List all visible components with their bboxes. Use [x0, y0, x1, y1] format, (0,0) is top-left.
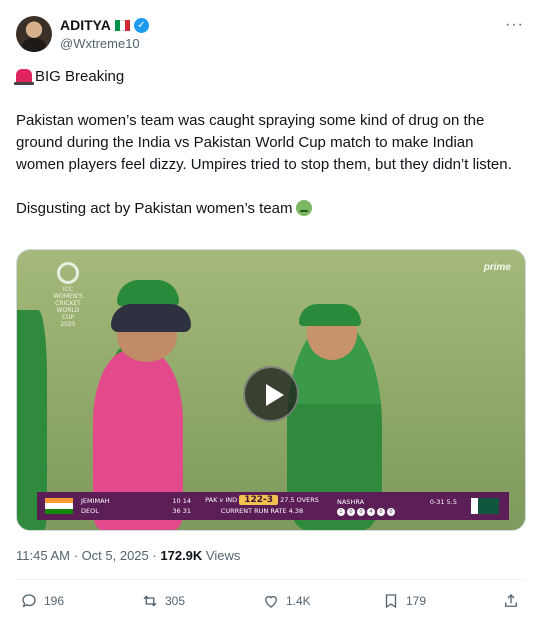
- reply-icon: [22, 594, 36, 608]
- tweet-meta: 11:45 AM · Oct 5, 2025 · 172.9K Views: [16, 548, 241, 563]
- repost-button[interactable]: 305: [141, 592, 185, 610]
- india-flag-icon: [45, 498, 73, 514]
- bowler: NASHRA 0-31 5.5 100400: [337, 497, 457, 516]
- tweet-text: BIG Breaking Pakistan women’s team was c…: [14, 66, 516, 220]
- tweet-video[interactable]: ICC WOMEN'S CRICKET WORLD CUP 2025 prime…: [16, 249, 526, 531]
- nauseated-face-emoji-icon: [295, 200, 312, 216]
- pakistan-flag-icon: [471, 498, 499, 514]
- siren-emoji-icon: [14, 69, 34, 85]
- batter-row: JEMIMAH 10 14: [81, 497, 191, 505]
- player-cap: [117, 280, 179, 306]
- batters: JEMIMAH 10 14 DEOL 36 31: [81, 496, 191, 516]
- tweet-paragraph-1: BIG Breaking: [14, 66, 516, 88]
- views-label: Views: [205, 548, 241, 563]
- tweet-header: ADITYA ✓ @Wxtreme10 ···: [16, 16, 526, 56]
- tweet-paragraph-2: Pakistan women’s team was caught sprayin…: [16, 112, 512, 173]
- tweet-actions: 196 305 1.4K 179: [20, 592, 525, 612]
- share-icon: [505, 594, 517, 607]
- author-handle[interactable]: @Wxtreme10: [60, 36, 140, 51]
- match-score: PAK v IND 122-3 27.5 OVERS CURRENT RUN R…: [205, 495, 319, 515]
- views-count: 172.9K: [160, 548, 203, 563]
- world-cup-logo: ICC WOMEN'S CRICKET WORLD CUP 2025: [51, 262, 85, 328]
- batter-row: DEOL 36 31: [81, 507, 191, 515]
- avatar[interactable]: [16, 16, 52, 52]
- bookmark-icon: [385, 594, 397, 609]
- like-button[interactable]: 1.4K: [262, 592, 311, 610]
- divider: [16, 579, 526, 580]
- repost-icon: [143, 595, 157, 607]
- verified-badge-icon: ✓: [133, 17, 149, 33]
- heart-icon: [265, 595, 277, 608]
- share-button[interactable]: [502, 592, 520, 610]
- balls-this-over: 100400: [337, 507, 457, 516]
- italy-flag-icon: [114, 19, 130, 31]
- tweet-date[interactable]: Oct 5, 2025: [82, 548, 149, 563]
- scoreboard: JEMIMAH 10 14 DEOL 36 31 PAK v IND 122-3 2…: [37, 492, 509, 520]
- score-badge: 122-3: [239, 495, 279, 505]
- bookmark-button[interactable]: 179: [382, 592, 426, 610]
- tweet-paragraph-3: Disgusting act by Pakistan women’s team: [16, 198, 516, 220]
- author-name-row[interactable]: ADITYA ✓: [60, 17, 149, 33]
- more-options-icon[interactable]: ···: [505, 16, 524, 34]
- tweet-time[interactable]: 11:45 AM: [16, 548, 70, 563]
- play-button-icon[interactable]: [243, 366, 299, 422]
- prime-watermark: prime: [483, 262, 511, 273]
- reply-button[interactable]: 196: [20, 592, 64, 610]
- player-cap-foreground: [299, 304, 361, 326]
- author-name[interactable]: ADITYA: [60, 17, 111, 33]
- umpire-hat: [111, 304, 191, 332]
- logo-ring-icon: [57, 262, 79, 284]
